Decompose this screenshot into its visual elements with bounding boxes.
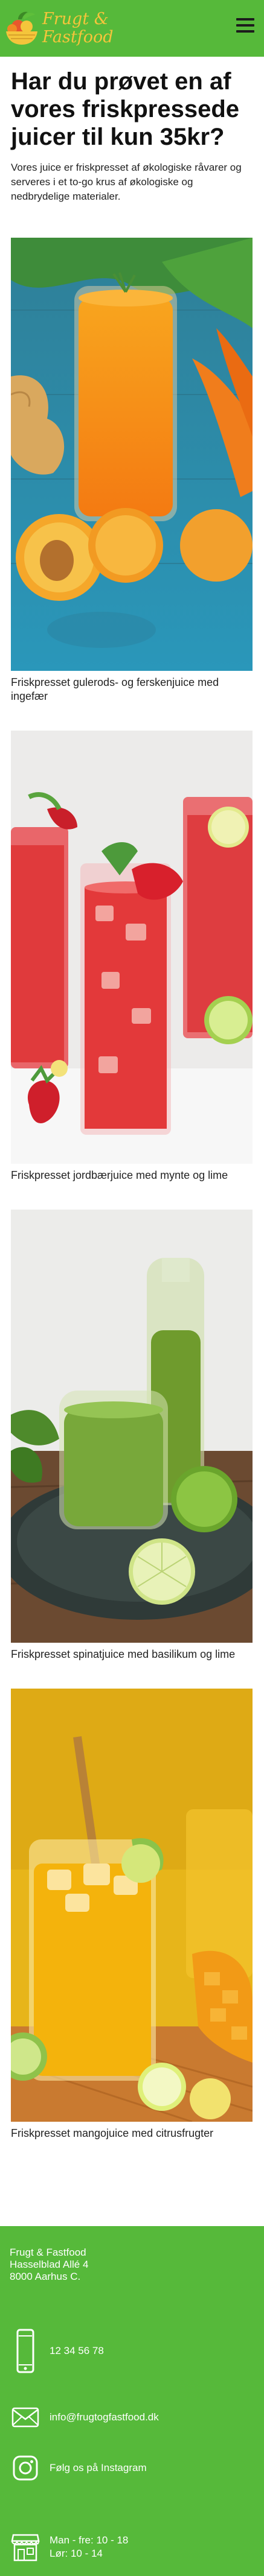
mango-juice-image <box>11 1689 253 2122</box>
opening-hours: Man - fre: 10 - 18 Lør: 10 - 14 <box>50 2534 128 2560</box>
city-address: 8000 Aarhus C. <box>10 2271 81 2282</box>
hours-saturday: Lør: 10 - 14 <box>50 2548 103 2559</box>
juice-card: Friskpresset spinatjuice med basilikum o… <box>11 1210 253 1661</box>
site-logo[interactable]: Frugt & Fastfood <box>5 4 120 54</box>
spinach-juice-image <box>11 1210 253 1643</box>
page-title: Har du prøvet en af vores friskpressede … <box>11 68 240 150</box>
juice-caption: Friskpresset mangojuice med citrusfrugte… <box>11 2127 214 2139</box>
footer-phone[interactable]: 12 34 56 78 <box>10 2329 104 2373</box>
phone-number[interactable]: 12 34 56 78 <box>50 2345 104 2357</box>
juice-card: Friskpresset jordbærjuice med mynte og l… <box>11 731 253 1182</box>
intro-text: Vores juice er friskpresset af økologisk… <box>11 162 242 202</box>
footer-address: Frugt & Fastfood Hasselblad Allé 4 8000 … <box>10 2247 88 2283</box>
company-name: Frugt & Fastfood <box>10 2247 86 2258</box>
main-content: Har du prøvet en af vores friskpressede … <box>0 68 264 2140</box>
footer-email[interactable]: info@frugtogfastfood.dk <box>10 2407 159 2428</box>
street-address: Hasselblad Allé 4 <box>10 2259 89 2270</box>
email-icon <box>11 2407 39 2428</box>
strawberry-juice-image <box>11 731 253 1164</box>
hamburger-icon <box>236 18 254 21</box>
email-link[interactable]: info@frugtogfastfood.dk <box>50 2411 159 2423</box>
site-header: Frugt & Fastfood <box>0 0 264 57</box>
instagram-icon <box>13 2455 38 2481</box>
juice-caption: Friskpresset gulerods- og ferskenjuice m… <box>11 676 219 702</box>
footer-opening-hours: Man - fre: 10 - 18 Lør: 10 - 14 <box>10 2533 128 2562</box>
juice-caption: Friskpresset spinatjuice med basilikum o… <box>11 1648 236 1660</box>
juice-card: Friskpresset mangojuice med citrusfrugte… <box>11 1689 253 2140</box>
logo-text-line2: Fastfood <box>42 28 114 46</box>
hours-weekdays: Man - fre: 10 - 18 <box>50 2534 129 2546</box>
site-footer: Frugt & Fastfood Hasselblad Allé 4 8000 … <box>0 2226 264 2576</box>
juice-card: Friskpresset gulerods- og ferskenjuice m… <box>11 238 253 703</box>
shop-icon <box>11 2534 40 2562</box>
menu-toggle-button[interactable] <box>236 18 254 33</box>
instagram-link[interactable]: Følg os på Instagram <box>50 2462 147 2474</box>
carrot-peach-juice-image <box>11 238 253 671</box>
mobile-phone-icon <box>16 2329 34 2373</box>
fruit-bowl-icon <box>6 11 37 45</box>
logo-text-line1: Frugt & <box>42 10 109 28</box>
footer-instagram[interactable]: Følg os på Instagram <box>10 2455 147 2481</box>
juice-caption: Friskpresset jordbærjuice med mynte og l… <box>11 1169 228 1181</box>
